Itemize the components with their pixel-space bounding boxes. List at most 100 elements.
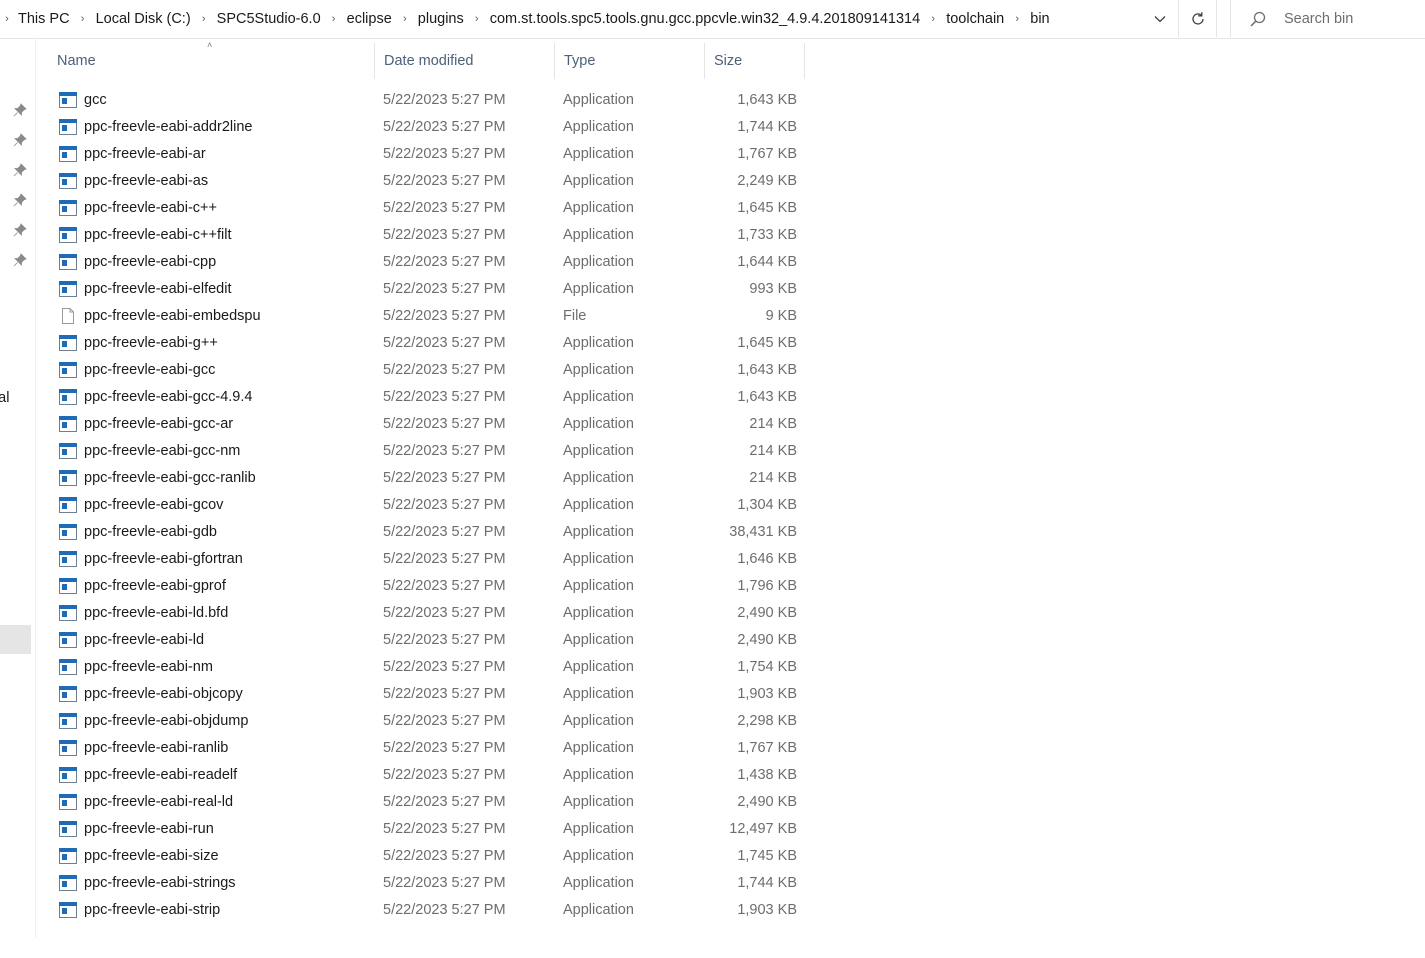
file-row[interactable]: ppc-freevle-eabi-gprof 5/22/2023 5:27 PM… [48,572,805,599]
column-resize-handle[interactable] [804,43,805,79]
file-name-cell[interactable]: ppc-freevle-eabi-gcov [48,496,375,513]
file-row[interactable]: ppc-freevle-eabi-size 5/22/2023 5:27 PM … [48,842,805,869]
column-header-type[interactable]: Type [555,43,705,79]
breadcrumb-item[interactable]: toolchain [942,11,1008,27]
column-header-name[interactable]: ˄ Name [48,40,375,79]
file-name-cell[interactable]: ppc-freevle-eabi-g++ [48,334,375,351]
breadcrumb-item[interactable]: Local Disk (C:) [92,11,195,27]
file-row[interactable]: ppc-freevle-eabi-gcc 5/22/2023 5:27 PM A… [48,356,805,383]
file-name-cell[interactable]: ppc-freevle-eabi-run [48,820,375,837]
file-row[interactable]: ppc-freevle-eabi-addr2line 5/22/2023 5:2… [48,113,805,140]
file-row[interactable]: ppc-freevle-eabi-gcc-ar 5/22/2023 5:27 P… [48,410,805,437]
address-history-dropdown[interactable] [1144,0,1176,37]
file-name-cell[interactable]: ppc-freevle-eabi-nm [48,658,375,675]
nav-item-selected[interactable] [0,625,31,654]
file-name-cell[interactable]: ppc-freevle-eabi-ranlib [48,739,375,756]
file-row[interactable]: ppc-freevle-eabi-c++ 5/22/2023 5:27 PM A… [48,194,805,221]
file-row[interactable]: ppc-freevle-eabi-as 5/22/2023 5:27 PM Ap… [48,167,805,194]
column-header-date[interactable]: Date modified [375,43,555,79]
column-header-size[interactable]: Size [705,43,805,79]
chevron-right-icon[interactable]: › [1008,13,1026,25]
file-row[interactable]: gcc 5/22/2023 5:27 PM Application 1,643 … [48,86,805,113]
file-name-cell[interactable]: ppc-freevle-eabi-readelf [48,766,375,783]
file-row[interactable]: ppc-freevle-eabi-strings 5/22/2023 5:27 … [48,869,805,896]
file-row[interactable]: ppc-freevle-eabi-gcc-nm 5/22/2023 5:27 P… [48,437,805,464]
pin-icon[interactable] [13,103,27,117]
file-name-cell[interactable]: ppc-freevle-eabi-c++filt [48,226,375,243]
pin-icon[interactable] [13,163,27,177]
file-name-cell[interactable]: ppc-freevle-eabi-strip [48,901,375,918]
file-name-cell[interactable]: ppc-freevle-eabi-ld.bfd [48,604,375,621]
file-name-cell[interactable]: ppc-freevle-eabi-gcc [48,361,375,378]
file-row[interactable]: ppc-freevle-eabi-embedspu 5/22/2023 5:27… [48,302,805,329]
file-name-cell[interactable]: ppc-freevle-eabi-real-ld [48,793,375,810]
breadcrumb-item[interactable]: com.st.tools.spc5.tools.gnu.gcc.ppcvle.w… [486,11,924,27]
file-name-cell[interactable]: gcc [48,91,375,108]
file-name-cell[interactable]: ppc-freevle-eabi-size [48,847,375,864]
file-row[interactable]: ppc-freevle-eabi-readelf 5/22/2023 5:27 … [48,761,805,788]
breadcrumb-item[interactable]: SPC5Studio-6.0 [213,11,325,27]
file-row[interactable]: ppc-freevle-eabi-ld 5/22/2023 5:27 PM Ap… [48,626,805,653]
chevron-right-icon[interactable]: › [74,13,92,25]
chevron-right-icon[interactable]: › [396,13,414,25]
search-input[interactable] [1282,9,1425,28]
chevron-right-icon[interactable]: › [468,13,486,25]
file-date: 5/22/2023 5:27 PM [383,226,506,243]
file-row[interactable]: ppc-freevle-eabi-run 5/22/2023 5:27 PM A… [48,815,805,842]
chevron-right-icon[interactable]: › [0,13,14,25]
file-name: ppc-freevle-eabi-objcopy [84,685,243,702]
file-name-cell[interactable]: ppc-freevle-eabi-objcopy [48,685,375,702]
file-name-cell[interactable]: ppc-freevle-eabi-as [48,172,375,189]
file-row[interactable]: ppc-freevle-eabi-ranlib 5/22/2023 5:27 P… [48,734,805,761]
file-name-cell[interactable]: ppc-freevle-eabi-gprof [48,577,375,594]
chevron-right-icon[interactable]: › [195,13,213,25]
file-name: ppc-freevle-eabi-strings [84,874,236,891]
file-name-cell[interactable]: ppc-freevle-eabi-gfortran [48,550,375,567]
file-row[interactable]: ppc-freevle-eabi-ar 5/22/2023 5:27 PM Ap… [48,140,805,167]
file-row[interactable]: ppc-freevle-eabi-gcc-ranlib 5/22/2023 5:… [48,464,805,491]
file-row[interactable]: ppc-freevle-eabi-strip 5/22/2023 5:27 PM… [48,896,805,923]
file-name-cell[interactable]: ppc-freevle-eabi-ld [48,631,375,648]
pin-icon[interactable] [13,223,27,237]
file-name-cell[interactable]: ppc-freevle-eabi-c++ [48,199,375,216]
pin-icon[interactable] [13,133,27,147]
file-name-cell[interactable]: ppc-freevle-eabi-strings [48,874,375,891]
pin-icon[interactable] [13,193,27,207]
chevron-right-icon[interactable]: › [924,13,942,25]
breadcrumb-item[interactable]: bin [1026,11,1053,27]
file-name-cell[interactable]: ppc-freevle-eabi-gcc-ar [48,415,375,432]
file-name-cell[interactable]: ppc-freevle-eabi-gcc-nm [48,442,375,459]
search-box[interactable] [1230,0,1425,37]
file-name-cell[interactable]: ppc-freevle-eabi-gcc-4.9.4 [48,388,375,405]
pin-icon[interactable] [13,253,27,267]
file-row[interactable]: ppc-freevle-eabi-objcopy 5/22/2023 5:27 … [48,680,805,707]
file-name-cell[interactable]: ppc-freevle-eabi-embedspu [48,307,375,324]
file-name-cell[interactable]: ppc-freevle-eabi-cpp [48,253,375,270]
file-row[interactable]: ppc-freevle-eabi-objdump 5/22/2023 5:27 … [48,707,805,734]
file-row[interactable]: ppc-freevle-eabi-nm 5/22/2023 5:27 PM Ap… [48,653,805,680]
file-name-cell[interactable]: ppc-freevle-eabi-objdump [48,712,375,729]
breadcrumb-item[interactable]: eclipse [343,11,396,27]
file-row[interactable]: ppc-freevle-eabi-g++ 5/22/2023 5:27 PM A… [48,329,805,356]
file-row[interactable]: ppc-freevle-eabi-gdb 5/22/2023 5:27 PM A… [48,518,805,545]
nav-item-label[interactable]: onal [0,390,9,406]
application-icon [59,658,77,675]
file-row[interactable]: ppc-freevle-eabi-real-ld 5/22/2023 5:27 … [48,788,805,815]
breadcrumb-item[interactable]: plugins [414,11,468,27]
file-name-cell[interactable]: ppc-freevle-eabi-gcc-ranlib [48,469,375,486]
breadcrumb-item[interactable]: This PC [14,11,74,27]
file-name-cell[interactable]: ppc-freevle-eabi-ar [48,145,375,162]
refresh-button[interactable] [1181,0,1215,37]
file-row[interactable]: ppc-freevle-eabi-cpp 5/22/2023 5:27 PM A… [48,248,805,275]
file-row[interactable]: ppc-freevle-eabi-gfortran 5/22/2023 5:27… [48,545,805,572]
chevron-right-icon[interactable]: › [325,13,343,25]
file-row[interactable]: ppc-freevle-eabi-elfedit 5/22/2023 5:27 … [48,275,805,302]
file-name-cell[interactable]: ppc-freevle-eabi-addr2line [48,118,375,135]
file-name-cell[interactable]: ppc-freevle-eabi-gdb [48,523,375,540]
file-row[interactable]: ppc-freevle-eabi-gcc-4.9.4 5/22/2023 5:2… [48,383,805,410]
file-row[interactable]: ppc-freevle-eabi-ld.bfd 5/22/2023 5:27 P… [48,599,805,626]
file-name-cell[interactable]: ppc-freevle-eabi-elfedit [48,280,375,297]
file-row[interactable]: ppc-freevle-eabi-c++filt 5/22/2023 5:27 … [48,221,805,248]
file-row[interactable]: ppc-freevle-eabi-gcov 5/22/2023 5:27 PM … [48,491,805,518]
column-header-label: Size [714,53,743,69]
